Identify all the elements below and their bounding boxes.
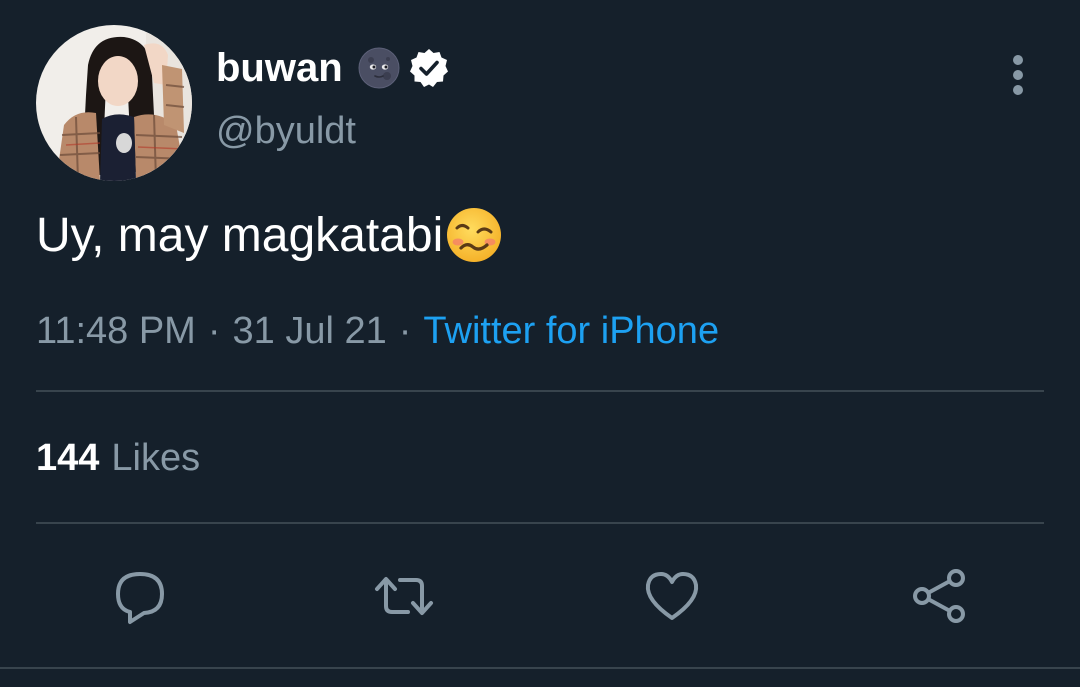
like-button[interactable] (642, 566, 702, 626)
more-vertical-icon (1013, 55, 1023, 95)
share-icon (913, 569, 965, 623)
tweet-text: Uy, may magkatabi (36, 206, 503, 264)
reply-button[interactable] (110, 566, 170, 626)
retweet-icon (375, 577, 433, 615)
divider (36, 522, 1044, 524)
heart-icon (645, 572, 699, 620)
separator: · (207, 310, 221, 352)
divider (0, 667, 1080, 669)
avatar[interactable] (36, 25, 192, 181)
new-moon-face-emoji (358, 47, 400, 89)
more-options-button[interactable] (996, 50, 1040, 100)
likes-stat[interactable]: 144 Likes (36, 437, 200, 480)
tweet-metadata: 11:48 PM · 31 Jul 21 · Twitter for iPhon… (36, 310, 719, 353)
tweet-text-content: Uy, may magkatabi (36, 208, 444, 262)
likes-count: 144 (36, 437, 100, 479)
reply-icon (116, 572, 164, 624)
separator: · (398, 310, 412, 352)
display-name[interactable]: buwan (216, 46, 343, 91)
tweet-date[interactable]: 31 Jul 21 (233, 310, 387, 353)
source-link[interactable]: Twitter for iPhone (423, 310, 719, 353)
profile-photo (36, 25, 192, 181)
username-handle[interactable]: @byuldt (216, 110, 356, 153)
retweet-button[interactable] (374, 566, 434, 626)
tweet-time[interactable]: 11:48 PM (36, 310, 196, 353)
likes-label: Likes (111, 437, 201, 479)
author-name-row[interactable]: buwan (216, 40, 451, 96)
woozy-face-emoji (447, 208, 502, 262)
divider (36, 390, 1044, 392)
share-button[interactable] (910, 566, 970, 626)
verified-badge-icon (409, 49, 448, 87)
